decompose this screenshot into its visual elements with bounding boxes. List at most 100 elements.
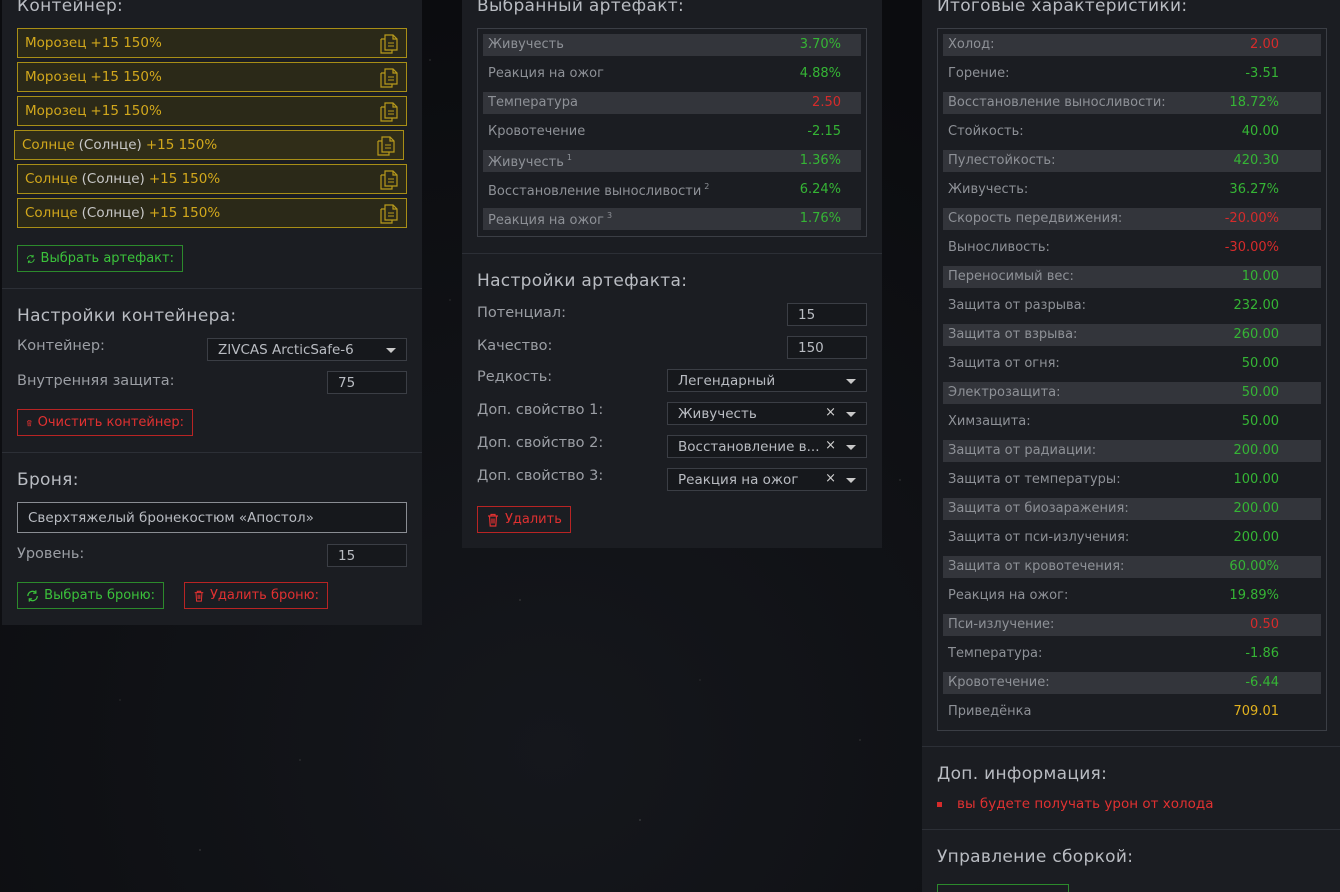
stat-label: Температура — [488, 95, 578, 110]
divider — [2, 452, 422, 453]
chevron-down-icon — [846, 478, 856, 483]
total-stat-row: Защита от радиации: 200.00 — [943, 440, 1321, 462]
artifact-slot[interactable]: Морозец +15 150% — [17, 28, 407, 58]
stat-label: Выносливость: — [948, 240, 1050, 255]
delete-armor-button[interactable]: Удалить броню: — [184, 582, 328, 609]
prop1-value: Живучесть — [678, 405, 757, 422]
total-stat-row: Живучесть: 36.27% — [943, 179, 1321, 201]
slot-name: Морозец — [25, 103, 87, 119]
rarity-select[interactable]: Легендарный — [667, 369, 867, 392]
copy-icon[interactable] — [380, 34, 398, 54]
copy-icon[interactable] — [377, 136, 395, 156]
total-stat-row: Электрозащита: 50.00 — [943, 382, 1321, 404]
select-armor-button[interactable]: Выбрать броню: — [17, 582, 164, 609]
prop1-select[interactable]: Живучесть × — [667, 402, 867, 425]
selected-artifact-title: Выбранный артефакт: — [477, 0, 685, 16]
stat-label: Холод: — [948, 37, 995, 52]
stat-label: Защита от температуры: — [948, 472, 1121, 487]
stat-value: -1.86 — [1245, 646, 1279, 661]
clear-icon[interactable]: × — [825, 405, 836, 420]
stat-label: Реакция на ожог 3 — [488, 211, 613, 228]
quality-input[interactable]: 150 — [787, 336, 867, 359]
select-artifact-button[interactable]: Выбрать артефакт: — [17, 245, 183, 272]
artifact-slot[interactable]: Солнце (Солнце) +15 150% — [17, 198, 407, 228]
copy-icon[interactable] — [380, 170, 398, 190]
stat-value: 200.00 — [1233, 501, 1280, 516]
stat-value: -2.15 — [807, 124, 841, 139]
armor-name-field[interactable]: Сверхтяжелый бронекостюм «Апостол» — [17, 502, 407, 533]
container-label: Контейнер: — [17, 338, 105, 354]
clear-icon[interactable]: × — [825, 471, 836, 486]
stat-value: 420.30 — [1233, 153, 1280, 168]
stat-value: 200.00 — [1233, 530, 1280, 545]
slot-suffix: +15 150% — [145, 137, 218, 153]
slot-name: Солнце — [25, 171, 78, 187]
extra-info-title: Доп. информация: — [937, 764, 1108, 784]
total-stat-row: Защита от разрыва: 232.00 — [943, 295, 1321, 317]
delete-artifact-button[interactable]: Удалить — [477, 506, 571, 533]
stat-label: Горение: — [948, 66, 1010, 81]
stat-label: Стойкость: — [948, 124, 1024, 139]
stat-value: 50.00 — [1241, 414, 1279, 429]
bullet-icon — [937, 802, 942, 807]
stat-label: Химзащита: — [948, 414, 1031, 429]
total-stat-row: Скорость передвижения: -20.00% — [943, 208, 1321, 230]
stat-value: 50.00 — [1241, 356, 1279, 371]
prop2-label: Доп. свойство 2: — [477, 435, 604, 451]
slot-suffix: +15 150% — [148, 171, 221, 187]
prop3-select[interactable]: Реакция на ожог × — [667, 468, 867, 491]
potential-input[interactable]: 15 — [787, 303, 867, 326]
armor-level-input[interactable]: 15 — [327, 544, 407, 567]
stat-label: Защита от биозаражения: — [948, 501, 1129, 516]
stat-label: Скорость передвижения: — [948, 211, 1123, 226]
stat-label: Кровотечение — [488, 124, 586, 139]
clear-icon[interactable]: × — [825, 438, 836, 453]
clear-container-button[interactable]: Очистить контейнер: — [17, 409, 193, 436]
divider — [2, 288, 422, 289]
slot-suffix: +15 150% — [90, 69, 162, 85]
totals-table: Холод: 2.00 Горение: -3.51 Восстановление вы… — [937, 28, 1327, 731]
stat-value: 1.36% — [799, 153, 841, 168]
stat-value: 36.27% — [1229, 182, 1279, 197]
stat-value: 50.00 — [1241, 385, 1279, 400]
artifact-stat-row: Кровотечение -2.15 — [483, 121, 861, 143]
slot-suffix: +15 150% — [90, 103, 162, 119]
chevron-down-icon — [846, 379, 856, 384]
total-stat-row: Защита от температуры: 100.00 — [943, 469, 1321, 491]
stat-value: 3.70% — [799, 37, 841, 52]
copy-icon[interactable] — [380, 204, 398, 224]
stat-value: 0.50 — [1250, 617, 1279, 632]
rarity-value: Легендарный — [678, 372, 776, 389]
total-stat-row: Защита от огня: 50.00 — [943, 353, 1321, 375]
stat-label: Защита от огня: — [948, 356, 1060, 371]
copy-icon[interactable] — [380, 68, 398, 88]
artifact-slot[interactable]: Солнце (Солнце) +15 150% — [17, 164, 407, 194]
total-stat-row: Восстановление выносливости: 18.72% — [943, 92, 1321, 114]
total-stat-row: Переносимый вес: 10.00 — [943, 266, 1321, 288]
prop2-select[interactable]: Восстановление в... × — [667, 435, 867, 458]
stat-value: -3.51 — [1245, 66, 1279, 81]
stat-label: Переносимый вес: — [948, 269, 1074, 284]
clear-container-label: Очистить контейнер: — [37, 415, 184, 430]
artifact-slot[interactable]: Морозец +15 150% — [17, 62, 407, 92]
divider — [922, 746, 1340, 747]
slot-name: Солнце — [25, 205, 78, 221]
stat-value: -20.00% — [1224, 211, 1279, 226]
artifact-stat-row: Живучесть 1 1.36% — [483, 150, 861, 172]
build-action-button[interactable] — [937, 884, 1069, 892]
artifact-slot[interactable]: Морозец +15 150% — [17, 96, 407, 126]
copy-icon[interactable] — [380, 102, 398, 122]
inner-protection-input[interactable]: 75 — [327, 371, 407, 394]
artifact-slot[interactable]: Солнце (Солнце) +15 150% — [14, 130, 404, 160]
artifact-stat-row: Восстановление выносливости 2 6.24% — [483, 179, 861, 201]
stat-label: Восстановление выносливости: — [948, 95, 1166, 110]
stat-label: Температура: — [948, 646, 1043, 661]
stat-value: 40.00 — [1241, 124, 1279, 139]
container-select-value: ZIVCAS ArcticSafe-6 — [218, 341, 354, 358]
total-stat-row: Защита от пси-излучения: 200.00 — [943, 527, 1321, 549]
slot-extra: (Солнце) — [81, 205, 145, 221]
stat-sup: 3 — [606, 211, 613, 220]
container-select[interactable]: ZIVCAS ArcticSafe-6 — [207, 338, 407, 361]
stat-value: 709.01 — [1233, 704, 1280, 719]
stat-label: Живучесть: — [948, 182, 1029, 197]
